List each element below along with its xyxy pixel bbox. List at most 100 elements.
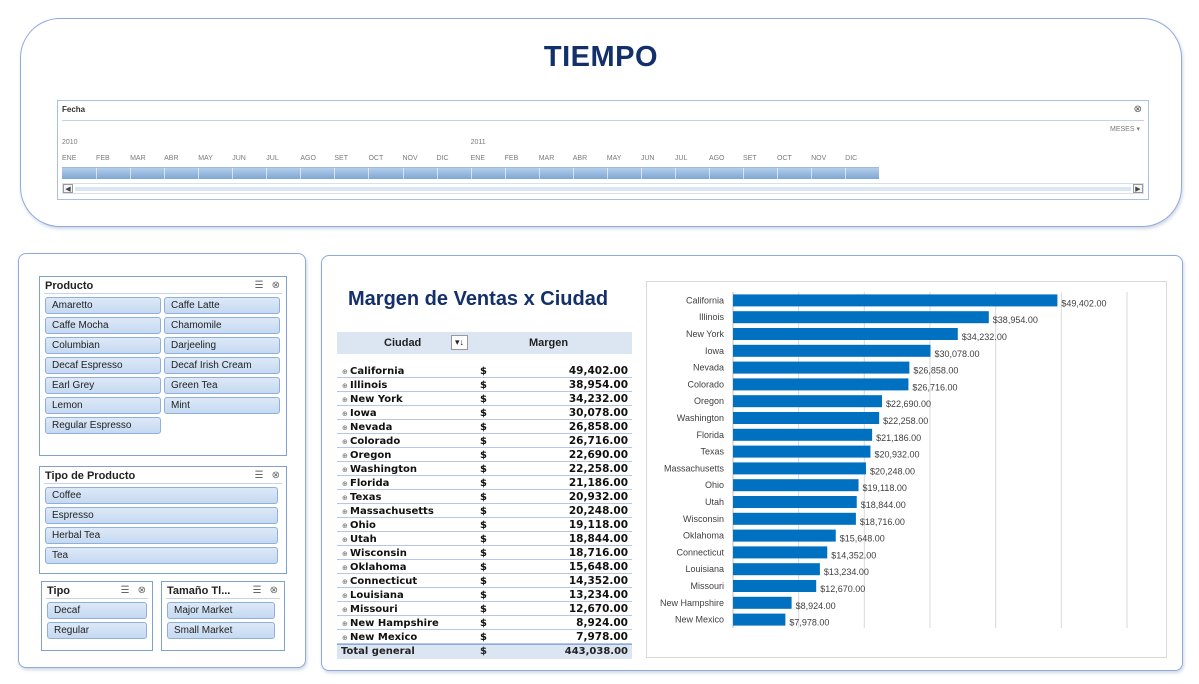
slicer-item[interactable]: Caffe Latte	[164, 297, 280, 314]
timeline-month-label[interactable]: MAY	[607, 155, 641, 162]
slicer-item[interactable]: Coffee	[45, 487, 278, 504]
table-row[interactable]: ⊕ Missouri $12,670.00	[337, 602, 632, 616]
table-row[interactable]: ⊕ Oregon $22,690.00	[337, 448, 632, 462]
expand-icon[interactable]: ⊕	[342, 452, 348, 460]
expand-icon[interactable]: ⊕	[342, 564, 348, 572]
timeline-month-label[interactable]: ABR	[573, 155, 607, 162]
table-row[interactable]: ⊕ Florida $21,186.00	[337, 476, 632, 490]
slicer-item[interactable]: Decaf	[47, 602, 147, 619]
slicer-item[interactable]: Amaretto	[45, 297, 161, 314]
expand-icon[interactable]: ⊕	[342, 424, 348, 432]
slicer-item[interactable]: Earl Grey	[45, 377, 161, 394]
expand-icon[interactable]: ⊕	[342, 494, 348, 502]
table-row[interactable]: ⊕ Washington $22,258.00	[337, 462, 632, 476]
slicer-item[interactable]: Decaf Irish Cream	[164, 357, 280, 374]
timeline-month-label[interactable]: ENE	[471, 155, 505, 162]
timeline-month-label[interactable]: DIC	[437, 155, 471, 162]
slicer-item[interactable]: Chamomile	[164, 317, 280, 334]
slicer-item[interactable]: Major Market	[167, 602, 275, 619]
table-row[interactable]: ⊕ Connecticut $14,352.00	[337, 574, 632, 588]
expand-icon[interactable]: ⊕	[342, 536, 348, 544]
clear-filter-icon[interactable]: ⊗	[270, 585, 278, 596]
expand-icon[interactable]: ⊕	[342, 396, 348, 404]
clear-filter-icon[interactable]: ⊗	[1134, 104, 1142, 115]
timeline-month-label[interactable]: ENE	[62, 155, 96, 162]
timeline-month-label[interactable]: ABR	[164, 155, 198, 162]
table-row[interactable]: ⊕ New York $34,232.00	[337, 392, 632, 406]
timeline-scrollbar[interactable]: ◀ ▶	[62, 183, 1144, 194]
timeline-month-label[interactable]: NOV	[811, 155, 845, 162]
table-row[interactable]: ⊕ Illinois $38,954.00	[337, 378, 632, 392]
table-row[interactable]: ⊕ Utah $18,844.00	[337, 532, 632, 546]
timeline-month-label[interactable]: NOV	[403, 155, 437, 162]
table-row[interactable]: ⊕ New Mexico $7,978.00	[337, 630, 632, 644]
timeline-month-label[interactable]: AGO	[709, 155, 743, 162]
slicer-item[interactable]: Espresso	[45, 507, 278, 524]
timeline-month-label[interactable]: MAR	[130, 155, 164, 162]
table-row[interactable]: ⊕ Colorado $26,716.00	[337, 434, 632, 448]
timeline-month-label[interactable]: JUN	[232, 155, 266, 162]
timeline-month-label[interactable]: JUN	[641, 155, 675, 162]
table-row[interactable]: ⊕ Oklahoma $15,648.00	[337, 560, 632, 574]
multi-select-icon[interactable]: ☰	[255, 280, 264, 291]
timeline-month-label[interactable]: FEB	[505, 155, 539, 162]
multi-select-icon[interactable]: ☰	[255, 470, 264, 481]
table-row[interactable]: ⊕ New Hampshire $8,924.00	[337, 616, 632, 630]
slicer-item[interactable]: Darjeeling	[164, 337, 280, 354]
scroll-right-icon[interactable]: ▶	[1133, 184, 1143, 193]
clear-filter-icon[interactable]: ⊗	[138, 585, 146, 596]
slicer-item[interactable]: Small Market	[167, 622, 275, 639]
multi-select-icon[interactable]: ☰	[253, 585, 262, 596]
clear-filter-icon[interactable]: ⊗	[272, 470, 280, 481]
table-row[interactable]: ⊕ Ohio $19,118.00	[337, 518, 632, 532]
slicer-item[interactable]: Regular	[47, 622, 147, 639]
timeline-month-label[interactable]: SET	[743, 155, 777, 162]
slicer-item[interactable]: Columbian	[45, 337, 161, 354]
slicer-item[interactable]: Lemon	[45, 397, 161, 414]
slicer-item[interactable]: Decaf Espresso	[45, 357, 161, 374]
timeline-level-dropdown[interactable]: MESES ▾	[1110, 125, 1140, 133]
table-row[interactable]: ⊕ California $49,402.00	[337, 354, 632, 378]
timeline-selection-bar[interactable]	[62, 167, 879, 179]
filter-dropdown-icon[interactable]: ▾↓	[451, 335, 468, 350]
scroll-left-icon[interactable]: ◀	[63, 184, 73, 193]
timeline-month-label[interactable]: OCT	[777, 155, 811, 162]
timeline-month-label[interactable]: MAY	[198, 155, 232, 162]
slicer-item[interactable]: Caffe Mocha	[45, 317, 161, 334]
timeline-month-label[interactable]: JUL	[675, 155, 709, 162]
table-row[interactable]: ⊕ Texas $20,932.00	[337, 490, 632, 504]
date-timeline-slicer[interactable]: Fecha ⊗ MESES ▾ 2010 2011 ENE FEB MAR ABR MAY…	[57, 100, 1149, 200]
table-row[interactable]: ⊕ Iowa $30,078.00	[337, 406, 632, 420]
timeline-month-label[interactable]: SET	[334, 155, 368, 162]
slicer-item[interactable]: Herbal Tea	[45, 527, 278, 544]
expand-icon[interactable]: ⊕	[342, 368, 348, 376]
timeline-month-label[interactable]: OCT	[368, 155, 402, 162]
timeline-month-label[interactable]: JUL	[266, 155, 300, 162]
table-row[interactable]: ⊕ Louisiana $13,234.00	[337, 588, 632, 602]
timeline-month-label[interactable]: FEB	[96, 155, 130, 162]
scrollbar-track[interactable]	[75, 187, 1131, 191]
expand-icon[interactable]: ⊕	[342, 466, 348, 474]
table-row[interactable]: ⊕ Nevada $26,858.00	[337, 420, 632, 434]
table-row[interactable]: ⊕ Massachusetts $20,248.00	[337, 504, 632, 518]
expand-icon[interactable]: ⊕	[342, 578, 348, 586]
expand-icon[interactable]: ⊕	[342, 606, 348, 614]
slicer-item[interactable]: Tea	[45, 547, 278, 564]
multi-select-icon[interactable]: ☰	[121, 585, 130, 596]
expand-icon[interactable]: ⊕	[342, 438, 348, 446]
expand-icon[interactable]: ⊕	[342, 592, 348, 600]
expand-icon[interactable]: ⊕	[342, 522, 348, 530]
expand-icon[interactable]: ⊕	[342, 634, 348, 642]
timeline-month-label[interactable]: DIC	[845, 155, 879, 162]
expand-icon[interactable]: ⊕	[342, 382, 348, 390]
table-row[interactable]: ⊕ Wisconsin $18,716.00	[337, 546, 632, 560]
clear-filter-icon[interactable]: ⊗	[272, 280, 280, 291]
expand-icon[interactable]: ⊕	[342, 410, 348, 418]
expand-icon[interactable]: ⊕	[342, 620, 348, 628]
expand-icon[interactable]: ⊕	[342, 508, 348, 516]
timeline-month-label[interactable]: MAR	[539, 155, 573, 162]
slicer-item[interactable]: Regular Espresso	[45, 417, 161, 434]
timeline-month-label[interactable]: AGO	[300, 155, 334, 162]
slicer-item[interactable]: Mint	[164, 397, 280, 414]
expand-icon[interactable]: ⊕	[342, 480, 348, 488]
